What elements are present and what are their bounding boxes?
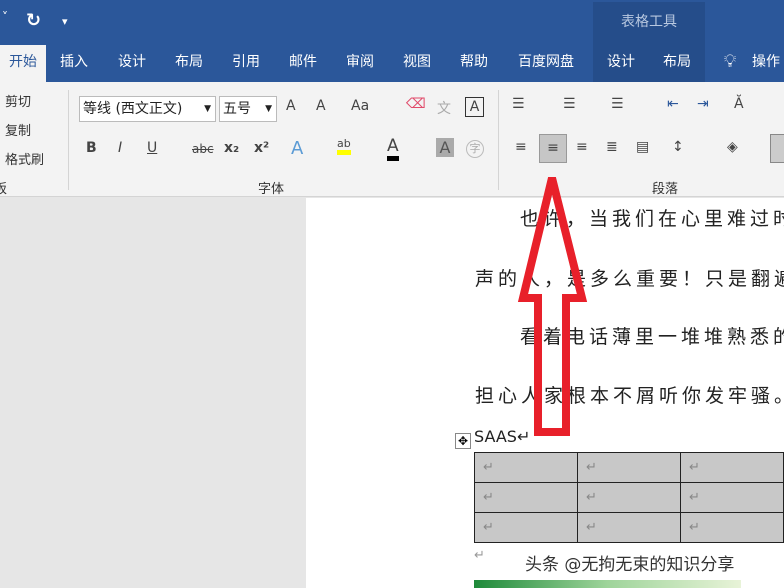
arrow-shape	[517, 177, 588, 436]
red-arrow-annotation	[517, 177, 588, 436]
